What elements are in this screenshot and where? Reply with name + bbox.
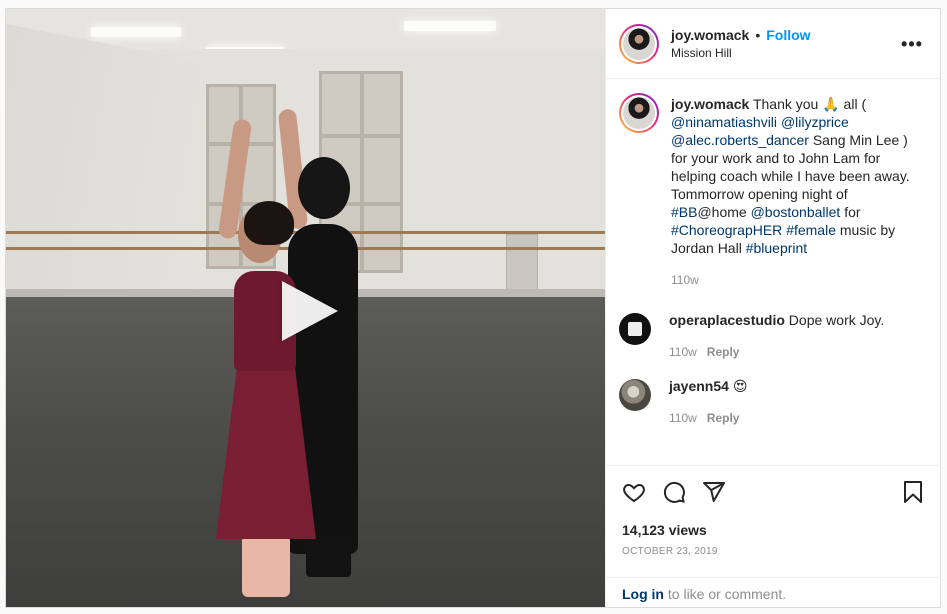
- tag-link[interactable]: @lilyzprice: [781, 114, 849, 130]
- comment-age: 110w: [669, 345, 697, 359]
- tag-link[interactable]: @alec.roberts_dancer: [671, 132, 809, 148]
- wall-vent: [506, 234, 538, 296]
- header-text: joy.womack • Follow Mission Hill: [671, 27, 900, 60]
- avatar[interactable]: [619, 379, 651, 411]
- ceiling-light: [404, 21, 496, 31]
- female-dancer-legs: [242, 535, 290, 597]
- comment-username[interactable]: jayenn54: [669, 378, 729, 394]
- female-dancer-hair: [244, 201, 294, 245]
- login-prompt: Log in to like or comment.: [606, 577, 941, 607]
- avatar[interactable]: [619, 23, 659, 64]
- comment-text: operaplacestudio Dope work Joy.: [669, 312, 885, 328]
- tag-link[interactable]: #female: [786, 222, 836, 238]
- bookmark-icon[interactable]: [885, 472, 925, 512]
- tag-link[interactable]: @ninamatiashvili: [671, 114, 777, 130]
- comment-username[interactable]: operaplacestudio: [669, 312, 785, 328]
- comment-icon[interactable]: [662, 472, 702, 512]
- location-link[interactable]: Mission Hill: [671, 46, 900, 60]
- caption-text-segment: for: [840, 204, 861, 220]
- avatar[interactable]: [619, 93, 659, 133]
- post-header: joy.womack • Follow Mission Hill •••: [606, 9, 940, 79]
- share-icon[interactable]: [702, 472, 742, 512]
- list-item: operaplacestudio Dope work Joy. 110w Repl…: [619, 311, 924, 361]
- tag-link[interactable]: #BB: [671, 204, 697, 220]
- caption: joy.womack Thank you 🙏 all ( @ninamatias…: [619, 93, 924, 289]
- caption-username[interactable]: joy.womack: [671, 96, 749, 112]
- list-item: jayenn54 😍 110w Reply: [619, 377, 924, 427]
- reply-button[interactable]: Reply: [707, 411, 740, 425]
- follow-button[interactable]: Follow: [766, 27, 810, 43]
- caption-text-segment: @home: [697, 204, 751, 220]
- tag-link[interactable]: #blueprint: [746, 240, 808, 256]
- comment-text: jayenn54 😍: [669, 378, 748, 394]
- login-prompt-text: to like or comment.: [664, 586, 787, 602]
- video-player[interactable]: [6, 9, 605, 607]
- male-dancer-feet: [306, 539, 351, 577]
- view-count[interactable]: 14,123 views: [622, 522, 925, 538]
- caption-text-segment: Thank you 🙏 all (: [749, 96, 867, 112]
- male-dancer-head: [298, 157, 350, 219]
- ceiling-light: [91, 27, 181, 37]
- post-dialog: joy.womack • Follow Mission Hill ••• joy…: [5, 8, 941, 608]
- comments-list[interactable]: joy.womack Thank you 🙏 all ( @ninamatias…: [606, 79, 940, 465]
- reply-button[interactable]: Reply: [707, 345, 740, 359]
- tag-link[interactable]: #ChoreograpHER: [671, 222, 782, 238]
- caption-text: joy.womack Thank you 🙏 all ( @ninamatias…: [671, 95, 924, 257]
- more-horizontal-icon[interactable]: •••: [900, 35, 924, 53]
- post-side-panel: joy.womack • Follow Mission Hill ••• joy…: [605, 9, 941, 607]
- login-link[interactable]: Log in: [622, 586, 664, 602]
- separator-dot: •: [755, 27, 761, 43]
- post-actions: 14,123 views OCTOBER 23, 2019: [606, 465, 941, 557]
- heart-icon[interactable]: [622, 472, 662, 512]
- play-icon[interactable]: [282, 281, 338, 341]
- username-link[interactable]: joy.womack: [671, 27, 749, 43]
- comment-age: 110w: [669, 411, 697, 425]
- post-date: OCTOBER 23, 2019: [622, 546, 718, 557]
- caption-age: 110w: [671, 273, 699, 287]
- avatar[interactable]: [619, 313, 651, 345]
- tag-link[interactable]: @bostonballet: [751, 204, 841, 220]
